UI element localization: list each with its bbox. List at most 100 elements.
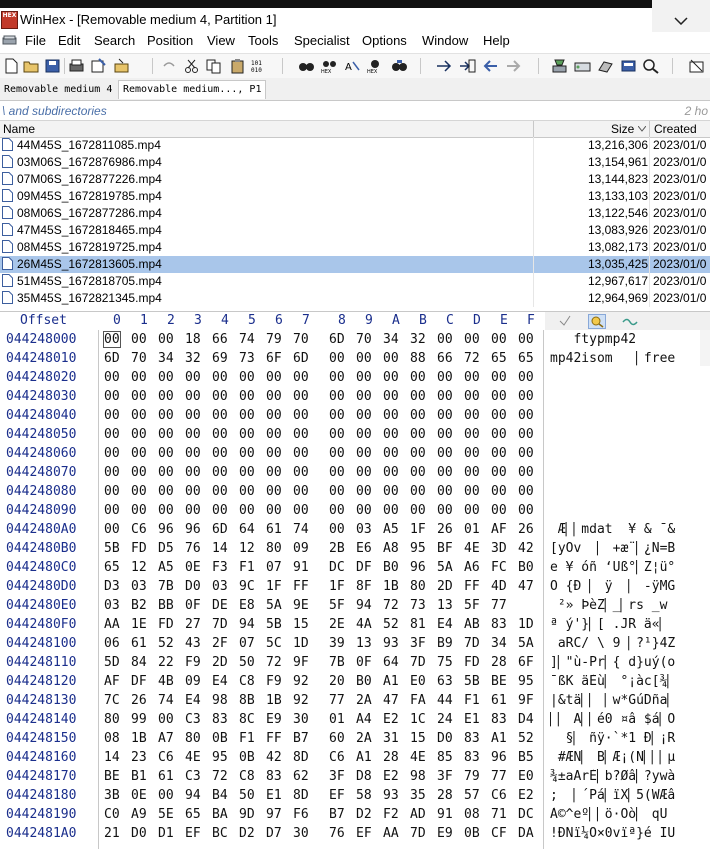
hex-byte[interactable]: 00: [293, 484, 309, 499]
hex-byte[interactable]: 7D: [410, 826, 426, 841]
hex-byte[interactable]: 35: [410, 788, 426, 803]
hex-byte[interactable]: BE: [104, 769, 120, 784]
hex-byte[interactable]: D4: [518, 712, 534, 727]
hex-byte[interactable]: F1: [464, 693, 480, 708]
column-divider[interactable]: [649, 121, 650, 137]
hex-byte[interactable]: 00: [104, 389, 120, 404]
hex-byte[interactable]: 00: [491, 484, 507, 499]
hex-text[interactable]: §▏ ñÿ·`*1 Ð▏¡R: [550, 731, 710, 746]
hex-byte[interactable]: B5: [518, 750, 534, 765]
hex-byte[interactable]: 00: [239, 465, 255, 480]
hex-byte[interactable]: 00: [239, 503, 255, 518]
hex-byte[interactable]: 88: [410, 351, 426, 366]
hex-byte[interactable]: BB: [158, 598, 174, 613]
hex-byte[interactable]: 00: [437, 446, 453, 461]
hex-byte[interactable]: 65: [185, 807, 201, 822]
hex-text[interactable]: Æ▏▏mdat ¥ & ¯&: [550, 522, 710, 537]
hex-byte[interactable]: 98: [410, 769, 426, 784]
hex-byte[interactable]: 5D: [104, 655, 120, 670]
hex-cursor-byte[interactable]: 00: [103, 331, 121, 348]
hex-byte[interactable]: A1: [356, 750, 372, 765]
hex-byte[interactable]: EF: [185, 826, 201, 841]
hex-text[interactable]: ²» ÞèZ▏_▏rs _w: [550, 598, 710, 613]
hex-byte[interactable]: 00: [158, 465, 174, 480]
hex-byte[interactable]: 00: [158, 503, 174, 518]
hex-byte[interactable]: C6: [131, 522, 147, 537]
hex-byte[interactable]: 00: [293, 389, 309, 404]
hex-byte[interactable]: 5B: [266, 617, 282, 632]
hex-byte[interactable]: 80: [104, 712, 120, 727]
hex-byte[interactable]: 65: [104, 560, 120, 575]
hex-byte[interactable]: 00: [383, 351, 399, 366]
hex-byte[interactable]: 2D: [212, 655, 228, 670]
hex-byte[interactable]: CF: [491, 826, 507, 841]
hex-byte[interactable]: D2: [356, 807, 372, 822]
hex-byte[interactable]: 70: [356, 332, 372, 347]
hex-byte[interactable]: 00: [329, 503, 345, 518]
hex-byte[interactable]: 2E: [329, 617, 345, 632]
hex-byte[interactable]: 71: [491, 807, 507, 822]
hex-byte[interactable]: E0: [410, 674, 426, 689]
hex-byte[interactable]: FF: [266, 731, 282, 746]
hex-byte[interactable]: A5: [158, 560, 174, 575]
hex-byte[interactable]: 00: [356, 370, 372, 385]
hex-text[interactable]: !ÐÑï¼Ò×0vïª}é ÏÚ: [550, 826, 710, 841]
hex-byte[interactable]: B9: [437, 636, 453, 651]
hex-byte[interactable]: A5: [383, 522, 399, 537]
paste-icon[interactable]: [229, 58, 246, 74]
hex-byte[interactable]: 60: [329, 731, 345, 746]
hex-byte[interactable]: 00: [131, 332, 147, 347]
hex-byte[interactable]: 6D: [212, 522, 228, 537]
file-row[interactable]: 08M06S_1672877286.mp4 13,122,546 2023/01…: [0, 205, 710, 222]
hex-byte[interactable]: 00: [437, 465, 453, 480]
hex-byte[interactable]: 8D: [293, 788, 309, 803]
hex-byte[interactable]: A6: [464, 560, 480, 575]
hex-byte[interactable]: F1: [239, 731, 255, 746]
hex-byte[interactable]: 6D: [329, 332, 345, 347]
hex-byte[interactable]: 00: [131, 427, 147, 442]
hex-byte[interactable]: D0: [437, 731, 453, 746]
hex-byte[interactable]: 00: [158, 408, 174, 423]
hex-byte[interactable]: AA: [104, 617, 120, 632]
hex-byte[interactable]: 28: [437, 788, 453, 803]
hex-byte[interactable]: 74: [293, 522, 309, 537]
hex-byte[interactable]: A9: [131, 807, 147, 822]
hex-byte[interactable]: 00: [410, 446, 426, 461]
hex-byte[interactable]: 34: [491, 636, 507, 651]
file-row-selected[interactable]: 26M45S_1672813605.mp4 13,035,425 2023/01…: [0, 256, 710, 273]
hex-text[interactable]: e ¥ óñ ‘Üß°▏Z¦ü°: [550, 560, 710, 575]
hex-byte[interactable]: 00: [518, 408, 534, 423]
hex-byte[interactable]: 00: [437, 427, 453, 442]
hex-byte[interactable]: 00: [410, 484, 426, 499]
hex-byte[interactable]: 83: [266, 769, 282, 784]
hex-byte[interactable]: 00: [464, 408, 480, 423]
tab-removable-medium-p1[interactable]: Removable medium..., P1: [118, 80, 267, 99]
hex-byte[interactable]: C6: [329, 750, 345, 765]
checkmark-icon[interactable]: [557, 314, 573, 327]
hex-byte[interactable]: 00: [464, 427, 480, 442]
hex-byte[interactable]: 00: [293, 427, 309, 442]
tab-removable-medium-4[interactable]: Removable medium 4: [0, 81, 116, 99]
hex-byte[interactable]: C3: [185, 712, 201, 727]
hex-byte[interactable]: 94: [185, 788, 201, 803]
menu-view[interactable]: View: [207, 33, 235, 48]
hex-byte[interactable]: 80: [266, 541, 282, 556]
hex-byte[interactable]: 00: [491, 370, 507, 385]
hex-byte[interactable]: BF: [437, 541, 453, 556]
hex-byte[interactable]: FD: [131, 541, 147, 556]
hex-byte[interactable]: E2: [518, 788, 534, 803]
hex-byte[interactable]: 00: [491, 503, 507, 518]
hex-byte[interactable]: 00: [329, 351, 345, 366]
hex-byte[interactable]: 00: [185, 503, 201, 518]
hex-byte[interactable]: 00: [437, 408, 453, 423]
hex-byte[interactable]: 00: [329, 370, 345, 385]
hex-byte[interactable]: 00: [356, 427, 372, 442]
hex-byte[interactable]: 00: [185, 427, 201, 442]
hex-byte[interactable]: 99: [131, 712, 147, 727]
hex-byte[interactable]: 4D: [491, 579, 507, 594]
hex-byte[interactable]: 43: [185, 636, 201, 651]
ram-editor-icon[interactable]: [597, 58, 614, 74]
hex-byte[interactable]: 00: [356, 389, 372, 404]
hex-byte[interactable]: 9F: [518, 693, 534, 708]
hex-byte[interactable]: 07: [266, 560, 282, 575]
